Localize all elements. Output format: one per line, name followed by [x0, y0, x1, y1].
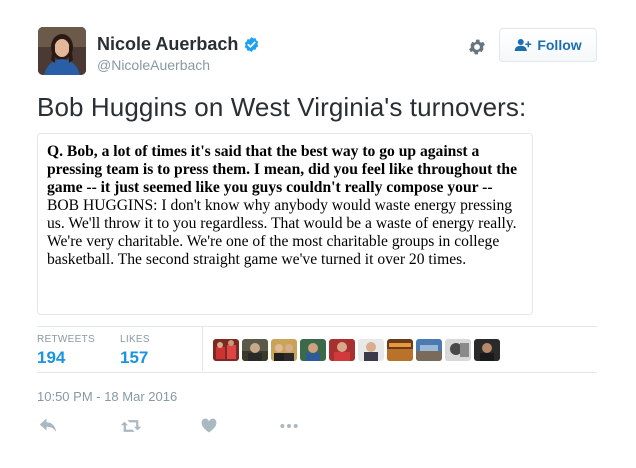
retweets-stat[interactable]: RETWEETS 194 — [37, 334, 95, 368]
liker-avatar[interactable] — [358, 339, 384, 361]
likes-label: LIKES — [120, 334, 150, 345]
liker-avatar[interactable] — [416, 339, 442, 361]
retweets-count: 194 — [37, 348, 66, 367]
stats-bottom-divider — [37, 372, 597, 373]
liker-avatar[interactable] — [271, 339, 297, 361]
follow-button[interactable]: Follow — [499, 28, 597, 62]
author-handle[interactable]: @NicoleAuerbach — [97, 57, 210, 73]
verified-badge-icon — [244, 37, 259, 52]
liker-avatar[interactable] — [329, 339, 355, 361]
liker-avatar[interactable] — [213, 339, 239, 361]
likes-count: 157 — [120, 348, 149, 367]
tweet-actions — [37, 418, 337, 440]
retweets-label: RETWEETS — [37, 334, 95, 345]
quote-image[interactable]: Q. Bob, a lot of times it's said that th… — [37, 133, 533, 315]
likers-avatars — [213, 339, 500, 361]
liker-avatar[interactable] — [387, 339, 413, 361]
stats-top-divider — [37, 326, 597, 327]
author-avatar[interactable] — [38, 27, 86, 75]
liker-avatar[interactable] — [300, 339, 326, 361]
like-icon[interactable] — [201, 418, 217, 433]
liker-avatar[interactable] — [474, 339, 500, 361]
reply-icon[interactable] — [39, 418, 57, 434]
more-icon[interactable] — [279, 418, 299, 434]
add-user-icon — [515, 39, 532, 51]
quote-question: Q. Bob, a lot of times it's said that th… — [47, 143, 517, 196]
quote-answer: BOB HUGGINS: I don't know why anybody wo… — [47, 197, 517, 268]
follow-button-label: Follow — [537, 37, 582, 53]
liker-avatar[interactable] — [445, 339, 471, 361]
tweet-text: Bob Huggins on West Virginia's turnovers… — [37, 92, 527, 122]
liker-avatar[interactable] — [242, 339, 268, 361]
author-name[interactable]: Nicole Auerbach — [97, 34, 238, 55]
retweet-icon[interactable] — [120, 418, 142, 434]
tweet-timestamp[interactable]: 10:50 PM - 18 Mar 2016 — [37, 389, 177, 404]
likes-stat[interactable]: LIKES 157 — [120, 334, 150, 368]
stats-separator — [202, 327, 203, 371]
gear-icon[interactable] — [467, 37, 487, 57]
